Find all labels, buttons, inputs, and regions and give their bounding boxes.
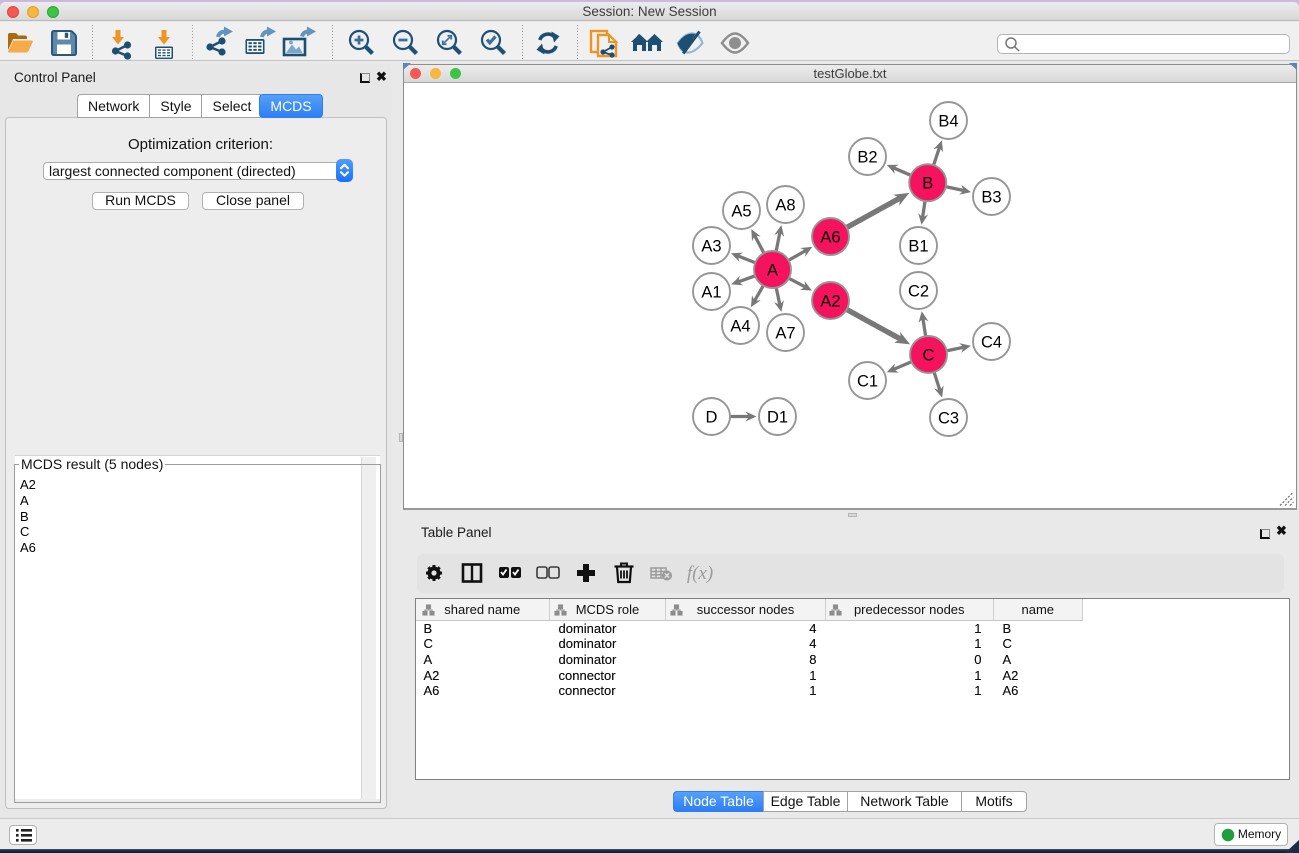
svg-text:A8: A8 bbox=[775, 196, 795, 214]
svg-text:C4: C4 bbox=[981, 333, 1002, 351]
svg-text:B4: B4 bbox=[938, 112, 958, 130]
svg-text:D: D bbox=[706, 408, 718, 426]
svg-text:A1: A1 bbox=[701, 283, 721, 301]
svg-text:C: C bbox=[923, 346, 935, 364]
svg-text:B1: B1 bbox=[908, 237, 928, 255]
svg-text:B3: B3 bbox=[981, 188, 1001, 206]
svg-text:A4: A4 bbox=[730, 317, 750, 335]
svg-text:A2: A2 bbox=[820, 292, 840, 310]
svg-text:C2: C2 bbox=[908, 282, 929, 300]
svg-text:B2: B2 bbox=[857, 148, 877, 166]
svg-text:A7: A7 bbox=[775, 324, 795, 342]
svg-text:A6: A6 bbox=[820, 228, 840, 246]
svg-text:A: A bbox=[767, 261, 778, 279]
svg-text:C3: C3 bbox=[938, 409, 959, 427]
svg-text:D1: D1 bbox=[767, 408, 788, 426]
svg-text:A3: A3 bbox=[701, 237, 721, 255]
svg-text:f(x): f(x) bbox=[687, 563, 713, 584]
svg-text:C1: C1 bbox=[857, 372, 878, 390]
svg-text:A5: A5 bbox=[731, 202, 751, 220]
svg-text:B: B bbox=[922, 175, 933, 193]
